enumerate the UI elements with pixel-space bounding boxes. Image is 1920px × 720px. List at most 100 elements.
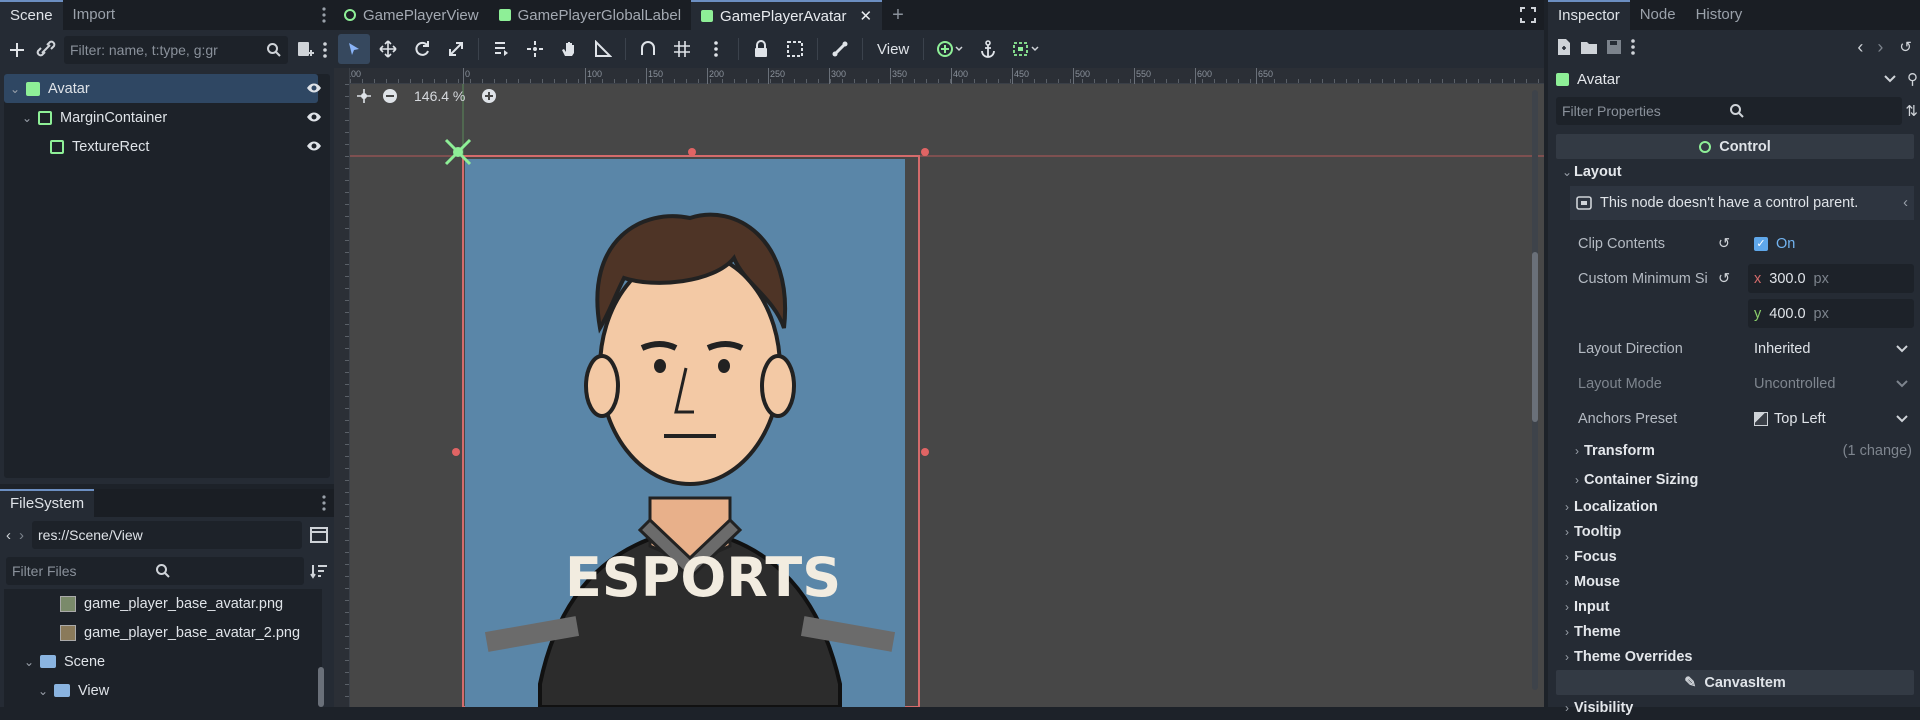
history-forward-icon[interactable]: ›: [1877, 37, 1883, 58]
canvas-viewport[interactable]: ESPORTS -100 0 100 150 200 250 300 350 400 450 500…: [334, 68, 1544, 707]
group-icon[interactable]: [779, 34, 811, 64]
vertical-scrollbar[interactable]: [1532, 90, 1538, 690]
center-view-icon[interactable]: [356, 88, 372, 104]
file-item[interactable]: game_player_base_avatar_2.png: [4, 618, 322, 647]
section-transform[interactable]: › Transform (1 change): [1548, 436, 1920, 465]
kebab-menu-icon[interactable]: [322, 7, 326, 23]
chevron-right-icon[interactable]: ›: [1560, 650, 1574, 664]
layout-direction-dropdown[interactable]: Inherited: [1748, 334, 1914, 363]
tab-inspector[interactable]: Inspector: [1548, 0, 1630, 30]
forward-arrow-icon[interactable]: ›: [19, 527, 24, 544]
container-sizing-icon[interactable]: [1006, 34, 1046, 64]
tree-item-margincontainer[interactable]: ⌄ MarginContainer: [4, 103, 330, 132]
smart-snap-icon[interactable]: [632, 34, 664, 64]
distraction-free-icon[interactable]: [1520, 7, 1536, 23]
section-focus[interactable]: › Focus: [1548, 544, 1920, 569]
section-theme[interactable]: › Theme: [1548, 619, 1920, 644]
object-properties-icon[interactable]: ⚲: [1907, 70, 1918, 88]
grid-snap-icon[interactable]: [666, 34, 698, 64]
chevron-down-icon[interactable]: ⌄: [8, 82, 22, 96]
add-anchor-icon[interactable]: [930, 34, 970, 64]
zoom-out-button[interactable]: [382, 88, 398, 104]
section-layout[interactable]: ⌄ Layout: [1548, 159, 1920, 184]
chevron-down-icon[interactable]: ⌄: [1560, 165, 1574, 179]
save-icon[interactable]: [1606, 39, 1622, 55]
pan-mode-icon[interactable]: [553, 34, 585, 64]
min-size-x-field[interactable]: x 300.0 px: [1748, 264, 1914, 293]
attach-script-icon[interactable]: [294, 39, 316, 61]
chevron-down-icon[interactable]: ⌄: [20, 111, 34, 125]
lock-icon[interactable]: [745, 34, 777, 64]
visibility-eye-icon[interactable]: [306, 139, 322, 153]
select-mode-icon[interactable]: [338, 34, 370, 64]
chevron-right-icon[interactable]: ›: [1560, 525, 1574, 539]
min-size-y-field[interactable]: y 400.0 px: [1748, 299, 1914, 328]
chevron-right-icon[interactable]: ›: [1560, 625, 1574, 639]
chevron-right-icon[interactable]: ›: [1560, 500, 1574, 514]
filter-properties-input[interactable]: Filter Properties: [1556, 97, 1902, 125]
section-theme-overrides[interactable]: › Theme Overrides: [1548, 644, 1920, 669]
back-arrow-icon[interactable]: ‹: [6, 527, 11, 544]
scale-mode-icon[interactable]: [440, 34, 472, 64]
tab-history[interactable]: History: [1686, 0, 1753, 30]
section-container-sizing[interactable]: › Container Sizing: [1548, 465, 1920, 494]
chevron-right-icon[interactable]: ›: [1560, 701, 1574, 715]
visibility-eye-icon[interactable]: [306, 110, 322, 124]
tab-filesystem[interactable]: FileSystem: [0, 489, 95, 517]
chevron-down-icon[interactable]: [1884, 75, 1896, 83]
scene-kebab-icon[interactable]: [322, 41, 328, 59]
chevron-right-icon[interactable]: ›: [1570, 473, 1584, 487]
chevron-right-icon[interactable]: ›: [1560, 575, 1574, 589]
path-field[interactable]: res://Scene/View: [32, 521, 302, 549]
section-input[interactable]: › Input: [1548, 594, 1920, 619]
new-resource-icon[interactable]: [1556, 38, 1572, 56]
section-mouse[interactable]: › Mouse: [1548, 569, 1920, 594]
anchors-preset-dropdown[interactable]: Top Left: [1748, 404, 1914, 433]
tab-scene[interactable]: Scene: [0, 0, 63, 30]
revert-icon[interactable]: ↺: [1718, 271, 1730, 287]
chevron-right-icon[interactable]: ›: [1570, 444, 1584, 458]
history-back-icon[interactable]: ‹: [1857, 37, 1863, 58]
scene-filter-input[interactable]: Filter: name, t:type, g:gr: [64, 36, 288, 64]
visibility-eye-icon[interactable]: [306, 81, 322, 95]
section-localization[interactable]: › Localization: [1548, 494, 1920, 519]
open-folder-icon[interactable]: [1580, 39, 1598, 55]
folder-item[interactable]: ⌄ Scene: [4, 647, 322, 676]
section-tooltip[interactable]: › Tooltip: [1548, 519, 1920, 544]
list-select-icon[interactable]: [485, 34, 517, 64]
add-tab-button[interactable]: +: [882, 0, 914, 30]
filter-files-input[interactable]: Filter Files: [6, 557, 304, 585]
bone-icon[interactable]: [824, 34, 856, 64]
section-visibility[interactable]: › Visibility: [1548, 695, 1920, 720]
tree-item-avatar[interactable]: ⌄ Avatar: [4, 74, 321, 103]
filter-options-icon[interactable]: ⇅: [1905, 102, 1918, 120]
folder-item[interactable]: ⌄ View: [4, 676, 322, 705]
tab-gameplayerview[interactable]: GamePlayerView: [334, 0, 489, 30]
instance-scene-icon[interactable]: [34, 39, 58, 61]
tree-item-texturerect[interactable]: TextureRect: [4, 132, 330, 161]
move-mode-icon[interactable]: [372, 34, 404, 64]
chevron-down-icon[interactable]: ⌄: [36, 684, 50, 698]
chevron-right-icon[interactable]: ›: [1560, 600, 1574, 614]
revert-icon[interactable]: ↺: [1718, 236, 1730, 252]
split-view-icon[interactable]: [310, 527, 328, 543]
kebab-menu-icon[interactable]: [1630, 38, 1636, 56]
pivot-mode-icon[interactable]: [519, 34, 551, 64]
rotate-mode-icon[interactable]: [406, 34, 438, 64]
tab-gameplayergloballabel[interactable]: GamePlayerGlobalLabel: [489, 0, 691, 30]
chevron-right-icon[interactable]: ›: [1560, 550, 1574, 564]
zoom-in-button[interactable]: [481, 88, 497, 104]
view-menu-button[interactable]: View: [869, 41, 917, 58]
close-icon[interactable]: ✕: [860, 7, 873, 25]
tab-gameplayeravatar[interactable]: GamePlayerAvatar ✕: [691, 0, 883, 30]
ruler-mode-icon[interactable]: [587, 34, 619, 64]
history-menu-icon[interactable]: ↺: [1899, 38, 1912, 56]
tab-node[interactable]: Node: [1630, 0, 1686, 30]
chevron-down-icon[interactable]: ⌄: [22, 655, 36, 669]
node-selector[interactable]: Avatar ⚲: [1548, 64, 1920, 94]
kebab-menu-icon[interactable]: [322, 495, 326, 511]
zoom-level[interactable]: 146.4 %: [408, 88, 471, 104]
clip-contents-checkbox[interactable]: ✓ On: [1748, 229, 1914, 258]
snap-options-kebab-icon[interactable]: [700, 34, 732, 64]
add-node-icon[interactable]: [6, 39, 28, 61]
